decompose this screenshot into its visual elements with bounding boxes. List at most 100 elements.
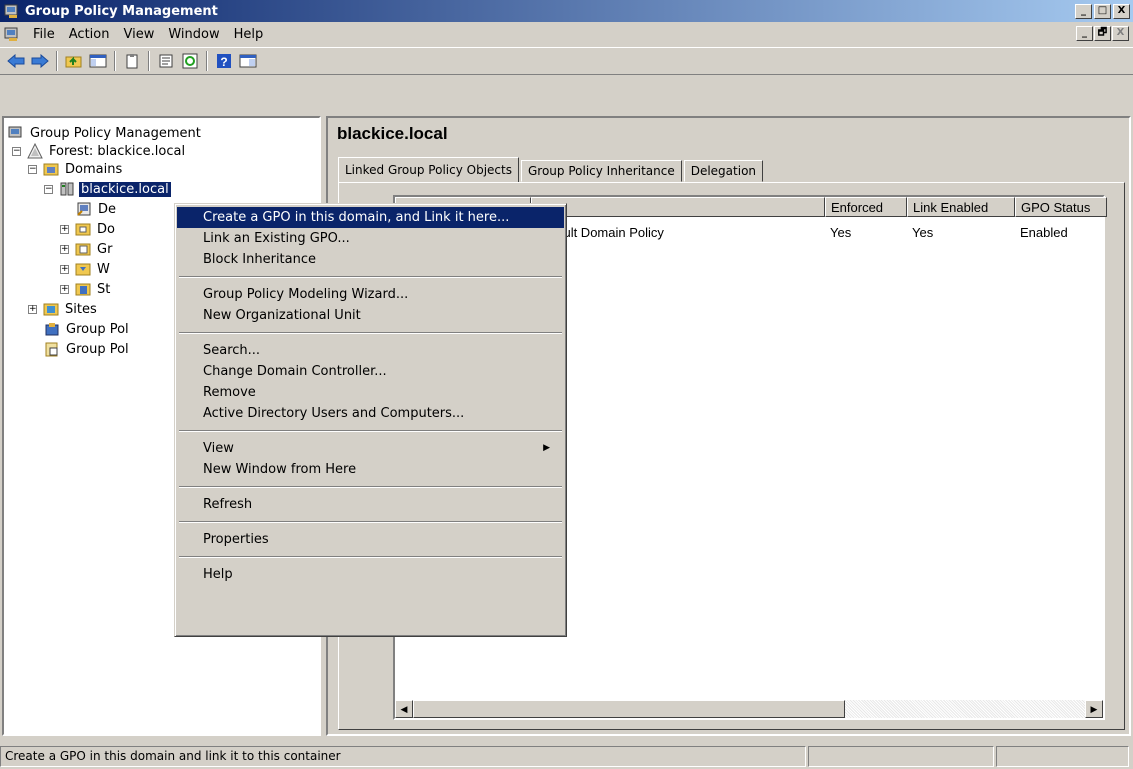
cell-enforced: Yes bbox=[830, 225, 852, 240]
context-menu-item-label: New Organizational Unit bbox=[203, 308, 361, 323]
menu-view[interactable]: View bbox=[116, 25, 161, 44]
menu-separator bbox=[179, 521, 562, 523]
context-menu-item[interactable]: Block Inheritance bbox=[177, 249, 564, 270]
expand-icon[interactable]: + bbox=[60, 244, 69, 254]
tree-node-root[interactable]: Group Policy Management bbox=[8, 124, 203, 142]
tree-node-domains[interactable]: − Domains bbox=[28, 160, 124, 178]
context-menu-item-label: Active Directory Users and Computers... bbox=[203, 406, 465, 421]
context-menu-item[interactable]: View ▶ bbox=[177, 438, 564, 459]
expand-icon[interactable]: + bbox=[28, 304, 37, 314]
clipboard-icon[interactable] bbox=[120, 50, 144, 72]
wmi-filter-folder-icon bbox=[75, 263, 91, 276]
domains-folder-icon bbox=[43, 163, 59, 176]
tree-node-child[interactable]: + St bbox=[60, 280, 112, 298]
column-header-enforced[interactable]: Enforced bbox=[825, 197, 907, 217]
context-menu-item-label: Create a GPO in this domain, and Link it… bbox=[203, 210, 510, 225]
context-menu-item-label: Block Inheritance bbox=[203, 252, 317, 267]
collapse-icon[interactable]: − bbox=[12, 146, 21, 156]
tab-delegation[interactable]: Delegation bbox=[683, 160, 764, 182]
gpo-folder-icon bbox=[75, 243, 91, 256]
scroll-thumb[interactable] bbox=[413, 700, 845, 718]
results-icon bbox=[45, 342, 58, 357]
tree-label: Do bbox=[97, 221, 115, 237]
minimize-button[interactable]: _ bbox=[1075, 3, 1092, 19]
scroll-right-icon[interactable]: ▶ bbox=[1085, 700, 1103, 718]
context-menu-item[interactable]: New Organizational Unit bbox=[177, 305, 564, 326]
back-arrow-icon[interactable] bbox=[4, 50, 28, 72]
context-menu-item[interactable]: Refresh bbox=[177, 494, 564, 515]
gpmc-icon bbox=[8, 126, 22, 138]
expand-icon[interactable]: + bbox=[60, 284, 69, 294]
show-hide-tree-icon[interactable] bbox=[86, 50, 110, 72]
expand-icon[interactable]: + bbox=[60, 264, 69, 274]
context-menu-item[interactable]: Help bbox=[177, 564, 564, 585]
cell-gpo: Default Domain Policy bbox=[536, 225, 664, 240]
forest-icon bbox=[27, 143, 43, 159]
expand-icon[interactable]: + bbox=[60, 224, 69, 234]
tree-node-child[interactable]: + Gr bbox=[60, 240, 114, 258]
inner-close-button[interactable]: X bbox=[1112, 26, 1129, 41]
menu-separator bbox=[179, 276, 562, 278]
collapse-icon[interactable]: − bbox=[28, 164, 37, 174]
collapse-icon[interactable]: − bbox=[44, 184, 53, 194]
sites-icon bbox=[43, 303, 59, 316]
context-menu-item[interactable]: Search... bbox=[177, 340, 564, 361]
console-tree-icon[interactable] bbox=[236, 50, 260, 72]
tree-node-modeling[interactable]: Group Pol bbox=[44, 320, 131, 338]
menu-file[interactable]: File bbox=[26, 25, 62, 44]
gpmc-app-icon bbox=[4, 4, 18, 18]
horizontal-scrollbar[interactable]: ◀ ▶ bbox=[395, 700, 1103, 718]
console-doc-icon[interactable] bbox=[4, 26, 20, 42]
starter-gpo-folder-icon bbox=[75, 283, 91, 296]
column-header-gpo-status[interactable]: GPO Status bbox=[1015, 197, 1107, 217]
context-menu-item[interactable]: New Window from Here bbox=[177, 459, 564, 480]
close-button[interactable]: X bbox=[1113, 3, 1130, 19]
context-menu-item-label: Refresh bbox=[203, 497, 253, 512]
help-icon[interactable]: ? bbox=[212, 50, 236, 72]
context-menu-item[interactable]: Group Policy Modeling Wizard... bbox=[177, 284, 564, 305]
inner-restore-button[interactable]: 🗗 bbox=[1094, 26, 1111, 41]
forward-arrow-icon[interactable] bbox=[28, 50, 52, 72]
menu-bar: File Action View Window Help _ 🗗 X bbox=[0, 22, 1133, 46]
tree-label: Domains bbox=[65, 161, 123, 177]
context-menu-item[interactable]: Create a GPO in this domain, and Link it… bbox=[177, 207, 564, 228]
domain-icon bbox=[60, 182, 74, 196]
export-list-icon[interactable] bbox=[154, 50, 178, 72]
tree-node-sites[interactable]: + Sites bbox=[28, 300, 99, 318]
tree-node-forest[interactable]: − Forest: blackice.local bbox=[12, 142, 187, 160]
context-menu-item-label: Link an Existing GPO... bbox=[203, 231, 350, 246]
tree-node-child[interactable]: + W bbox=[60, 260, 112, 278]
status-panel bbox=[808, 746, 994, 767]
context-menu-item[interactable]: Remove bbox=[177, 382, 564, 403]
tree-node-domain[interactable]: − blackice.local bbox=[44, 180, 171, 198]
cell-link-enabled: Yes bbox=[912, 225, 934, 240]
context-menu-item-label: Remove bbox=[203, 385, 256, 400]
context-menu-item[interactable]: Link an Existing GPO... bbox=[177, 228, 564, 249]
tab-linked-gpos[interactable]: Linked Group Policy Objects bbox=[338, 157, 519, 183]
modeling-icon bbox=[45, 323, 59, 336]
up-folder-icon[interactable] bbox=[62, 50, 86, 72]
tree-node-child[interactable]: De bbox=[76, 200, 118, 218]
scroll-left-icon[interactable]: ◀ bbox=[395, 700, 413, 718]
menu-action[interactable]: Action bbox=[62, 25, 117, 44]
toolbar-separator bbox=[114, 51, 116, 71]
context-menu-item[interactable]: Change Domain Controller... bbox=[177, 361, 564, 382]
maximize-button[interactable]: □ bbox=[1094, 3, 1111, 19]
context-menu-item[interactable]: Active Directory Users and Computers... bbox=[177, 403, 564, 424]
column-header-gpo[interactable] bbox=[531, 197, 825, 217]
refresh-icon[interactable] bbox=[178, 50, 202, 72]
menu-help[interactable]: Help bbox=[227, 25, 271, 44]
tree-label: Group Pol bbox=[66, 321, 129, 337]
title-bar[interactable]: Group Policy Management _ □ X bbox=[0, 0, 1133, 22]
tree-node-child[interactable]: + Do bbox=[60, 220, 117, 238]
context-menu-item-label: New Window from Here bbox=[203, 462, 357, 477]
toolbar: ? bbox=[0, 47, 1133, 75]
column-header-link-enabled[interactable]: Link Enabled bbox=[907, 197, 1015, 217]
tree-node-results[interactable]: Group Pol bbox=[44, 340, 131, 358]
status-text: Create a GPO in this domain and link it … bbox=[0, 746, 806, 767]
tab-inheritance[interactable]: Group Policy Inheritance bbox=[520, 160, 682, 182]
tree-label: St bbox=[97, 281, 111, 297]
context-menu-item[interactable]: Properties bbox=[177, 529, 564, 550]
menu-window[interactable]: Window bbox=[161, 25, 226, 44]
inner-minimize-button[interactable]: _ bbox=[1076, 26, 1093, 41]
